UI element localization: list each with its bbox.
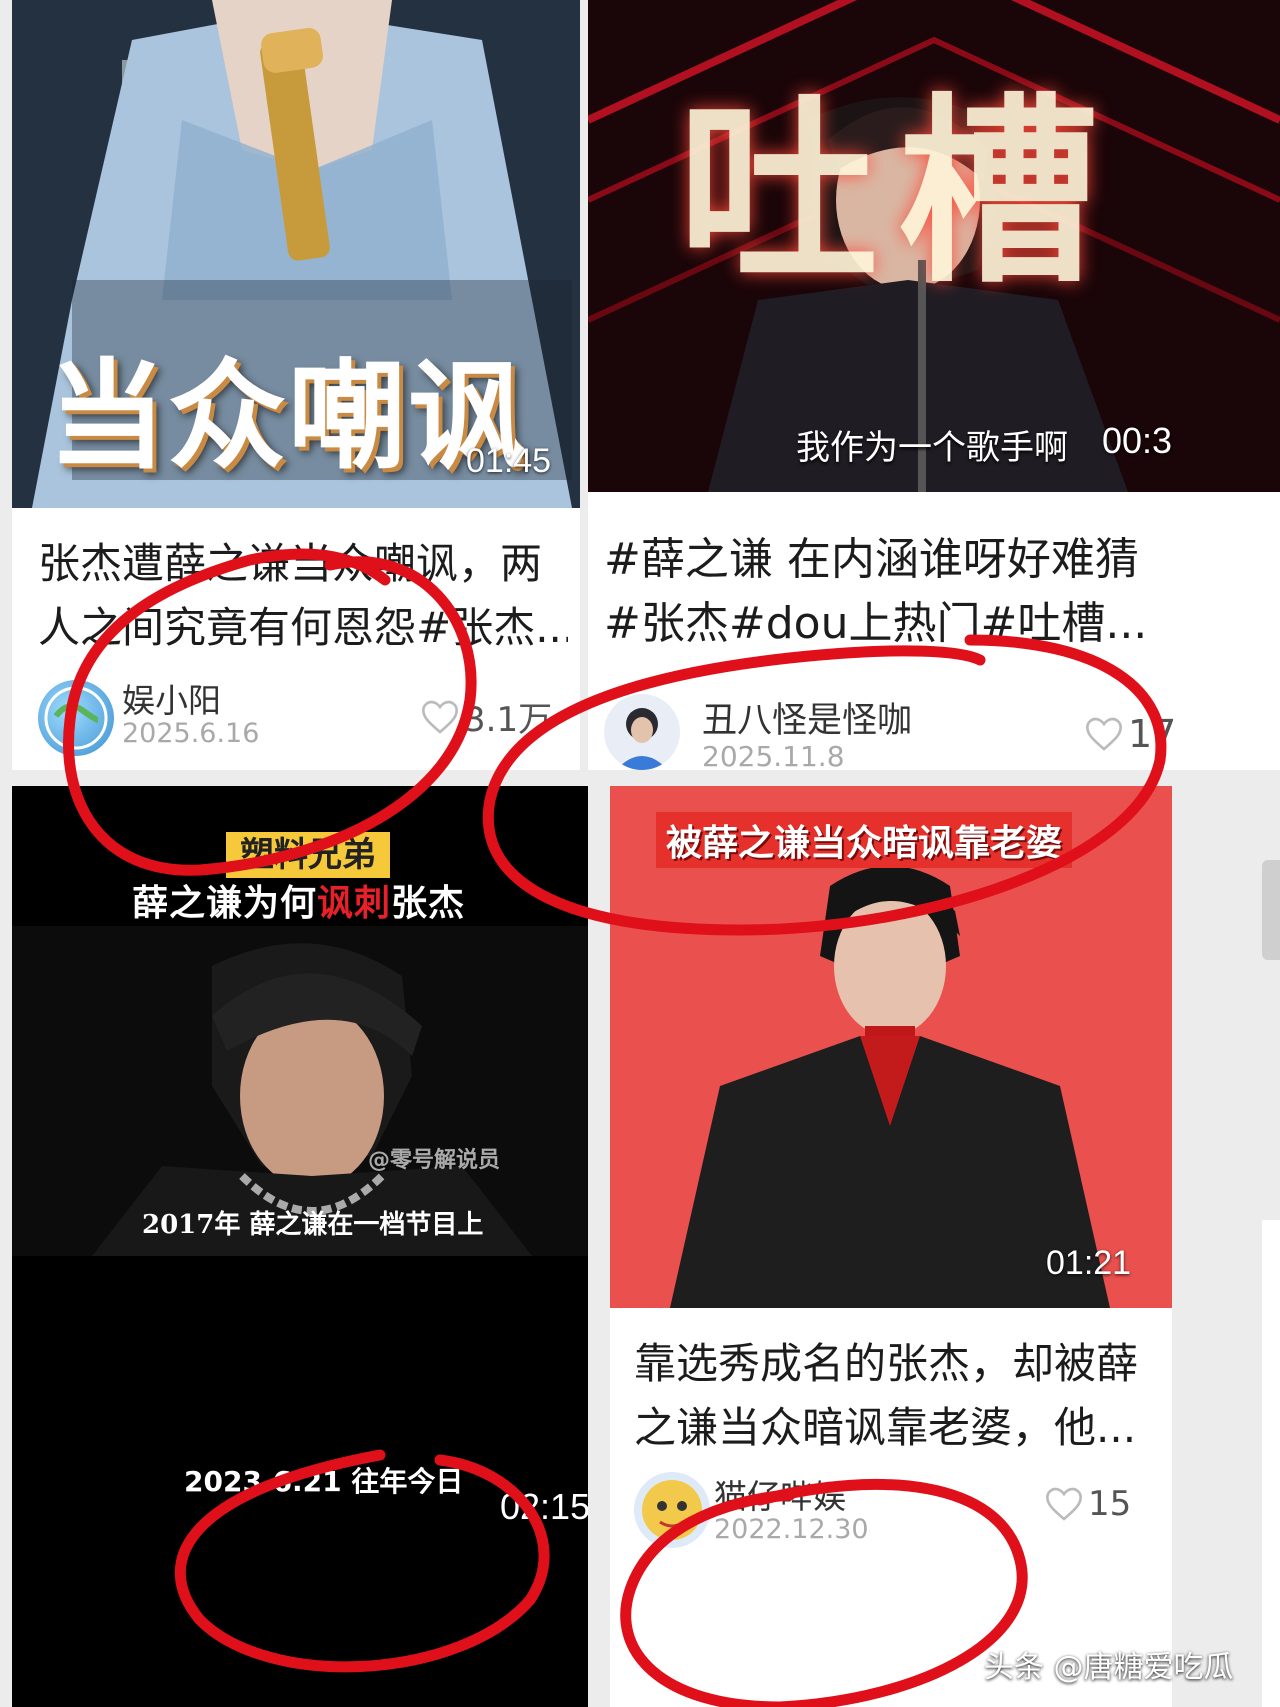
author-name[interactable]: 娱小阳 (122, 674, 221, 722)
platform-name: 头条 (984, 1650, 1044, 1685)
thumbnail-overlay-text: 当众嘲讽 (48, 347, 529, 485)
author-avatar[interactable] (634, 1472, 710, 1548)
video-duration: 01:45 (466, 442, 552, 480)
adjacent-card-edge (1262, 1220, 1280, 1707)
heart-icon (421, 700, 459, 734)
video-title-line-2: 之谦当众暗讽靠老婆，他... (634, 1403, 1137, 1452)
like-count-value: 15 (1088, 1484, 1132, 1524)
like-count[interactable]: 3.1万 (420, 692, 552, 741)
video-card-2[interactable]: 吐槽 我作为一个歌手啊 00:3 #薛之谦 在内涵谁呀好难猜 #张杰#dou上热… (588, 0, 1280, 770)
thumbnail-banner: 被薛之谦当众暗讽靠老婆 (656, 812, 1073, 868)
person-avatar-icon (616, 708, 668, 770)
author-handle: @唐糖爱吃瓜 (1053, 1650, 1234, 1685)
video-watermark: @零号解说员 (368, 1148, 501, 1173)
heart-icon (1085, 717, 1123, 751)
video-subtitle: 我作为一个歌手啊 (796, 428, 1068, 468)
like-count-value: 3.1万 (464, 700, 553, 740)
heart-icon (1045, 1487, 1083, 1521)
publish-date: 2025.11.8 (702, 740, 845, 770)
like-count[interactable]: 15 (1044, 1484, 1131, 1524)
video-duration: 02:15 (500, 1486, 588, 1527)
author-name[interactable]: 猫仔哔娱 (714, 1470, 846, 1518)
like-count[interactable]: 17 (1084, 712, 1176, 756)
video-title-line-2: #张杰#dou上热门#吐槽... (604, 598, 1148, 649)
headline-part-a: 薛之谦为何 (132, 883, 318, 924)
globe-avatar-icon (44, 686, 108, 750)
video-duration: 00:3 (1102, 420, 1173, 461)
author-name[interactable]: 丑八怪是怪咖 (702, 692, 912, 743)
adjacent-card-edge (1262, 860, 1280, 960)
video-thumbnail-2[interactable]: 吐槽 我作为一个歌手啊 00:3 (588, 0, 1280, 492)
video-title[interactable]: 张杰遭薛之谦当众嘲讽，两 人之间究竟有何恩怨#张杰... (38, 532, 568, 660)
author-avatar[interactable] (38, 680, 114, 756)
video-title[interactable]: 靠选秀成名的张杰，却被薛 之谦当众暗讽靠老婆，他... (634, 1332, 1164, 1460)
video-title[interactable]: #薛之谦 在内涵谁呀好难猜 #张杰#dou上热门#吐槽... (604, 528, 1280, 656)
video-title-line-1: 靠选秀成名的张杰，却被薛 (634, 1339, 1139, 1388)
video-thumbnail-4[interactable]: 被薛之谦当众暗讽靠老婆 01:21 (610, 786, 1172, 1308)
video-title-line-2: 人之间究竟有何恩怨#张杰... (38, 603, 568, 652)
video-duration: 01:21 (1046, 1244, 1132, 1282)
video-thumbnail-1[interactable]: 当众嘲讽 01:45 (12, 0, 580, 508)
video-card-1[interactable]: 当众嘲讽 01:45 张杰遭薛之谦当众嘲讽，两 人之间究竟有何恩怨#张杰... … (12, 0, 580, 770)
video-thumbnail-3[interactable]: 塑料兄弟 薛之谦为何讽刺张杰 @零号解说员 2017年 薛之谦在一档节目上 20… (12, 786, 588, 1707)
headline-part-c: 张杰 (391, 883, 466, 924)
cat-logo-avatar-icon (642, 1480, 702, 1540)
video-subtitle: 2017年 薛之谦在一档节目上 (142, 1210, 484, 1240)
thumbnail-headline: 薛之谦为何讽刺张杰 (132, 874, 465, 926)
thumbnail-overlay-text: 吐槽 (678, 77, 1119, 310)
platform-watermark: 头条 @唐糖爱吃瓜 (984, 1642, 1234, 1686)
thumbnail-badge: 塑料兄弟 (226, 832, 390, 878)
video-card-4[interactable]: 被薛之谦当众暗讽靠老婆 01:21 靠选秀成名的张杰，却被薛 之谦当众暗讽靠老婆… (610, 786, 1172, 1707)
author-avatar[interactable] (604, 694, 680, 770)
headline-part-b: 讽刺 (317, 883, 392, 924)
video-title-line-1: #薛之谦 在内涵谁呀好难猜 (604, 534, 1139, 585)
video-title-line-1: 张杰遭薛之谦当众嘲讽，两 (38, 539, 543, 588)
like-count-value: 17 (1128, 712, 1177, 756)
publish-date: 2022.12.30 (714, 1514, 869, 1545)
memory-label: 2023.6.21 往年今日 (184, 1465, 464, 1498)
video-card-3[interactable]: 塑料兄弟 薛之谦为何讽刺张杰 @零号解说员 2017年 薛之谦在一档节目上 20… (12, 786, 588, 1707)
publish-date: 2025.6.16 (122, 718, 260, 749)
